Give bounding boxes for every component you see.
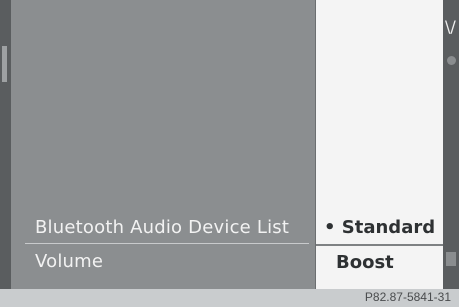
menu-item-volume[interactable]: Volume — [35, 251, 103, 272]
right-edge-panel: \/ — [443, 0, 459, 289]
option-standard-label: Standard — [341, 217, 436, 238]
main-menu-panel: Bluetooth Audio Device List Volume — [11, 0, 316, 289]
option-boost[interactable]: Boost — [316, 246, 444, 280]
scroll-indicator-dot-icon — [447, 56, 456, 65]
left-scroll-thumb[interactable] — [2, 46, 7, 82]
menu-item-bluetooth-audio-device-list[interactable]: Bluetooth Audio Device List — [35, 217, 289, 238]
scroll-indicator-bar-icon — [446, 252, 456, 266]
head-unit-screen: Bluetooth Audio Device List Volume • Sta… — [0, 0, 459, 289]
menu-divider — [25, 243, 309, 244]
option-boost-label: Boost — [336, 252, 394, 273]
option-standard[interactable]: • Standard — [316, 212, 444, 246]
selected-bullet-icon: • — [324, 217, 342, 238]
left-scroll-strip — [0, 0, 11, 289]
chevron-down-icon: \/ — [445, 17, 456, 36]
image-reference-caption: P82.87-5841-31 — [364, 290, 451, 304]
volume-submenu: • Standard Boost — [315, 0, 444, 289]
